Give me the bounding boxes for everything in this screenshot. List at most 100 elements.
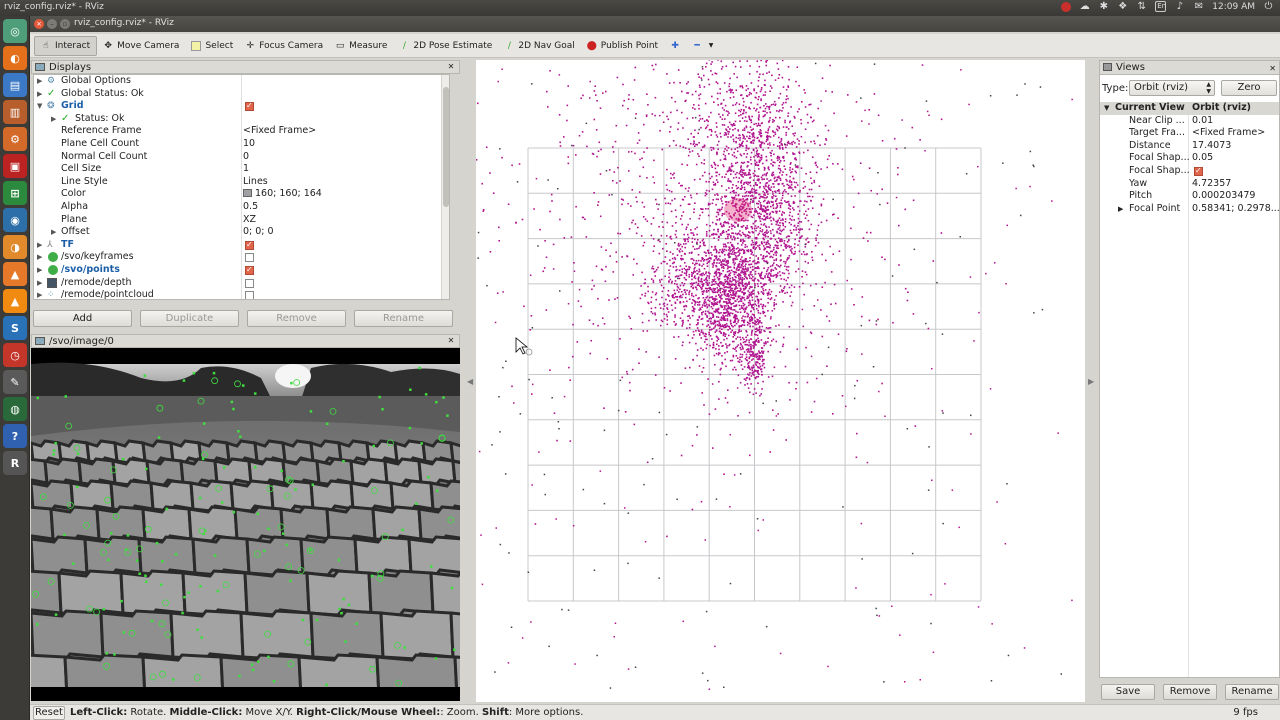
editor-app-icon[interactable]: ✎ (3, 370, 27, 394)
camera-image-view[interactable] (31, 348, 460, 701)
displays-scrollbar[interactable] (441, 75, 449, 299)
pose-estimate-tool-button[interactable]: ∕ 2D Pose Estimate (393, 36, 498, 56)
focal-shape-fixed-checkbox[interactable] (1194, 165, 1203, 178)
tree-row-offset[interactable]: ▶ Offset 0; 0; 0 (34, 226, 449, 239)
remove-display-button[interactable]: Remove (247, 310, 346, 327)
view-row-yaw[interactable]: Yaw 4.72357 (1100, 178, 1279, 191)
tree-row-grid-status[interactable]: ▶ ✓ Status: Ok (34, 113, 449, 126)
weather-icon[interactable]: ☁ (1079, 1, 1090, 12)
current-view-row[interactable]: ▼ Current View Orbit (rviz) (1100, 102, 1279, 115)
power-icon[interactable]: ⏻ (1263, 1, 1274, 12)
displays-tree[interactable]: ▶ ⚙ Global Options ▶ ✓ Global Status: Ok… (33, 74, 450, 300)
settings-app-icon[interactable]: ⚙ (3, 127, 27, 151)
dash-icon[interactable]: ◎ (3, 19, 27, 43)
collapse-left-arrow-icon[interactable]: ◀ (467, 377, 473, 386)
tree-row-global-status[interactable]: ▶ ✓ Global Status: Ok (34, 88, 449, 101)
rename-view-button[interactable]: Rename (1225, 684, 1279, 700)
reset-button[interactable]: Reset (33, 706, 65, 720)
tree-row-reference-frame[interactable]: Reference Frame <Fixed Frame> (34, 125, 449, 138)
tree-row-cell-size[interactable]: Cell Size 1 (34, 163, 449, 176)
view-row-focal-shape-size[interactable]: Focal Shap... 0.05 (1100, 152, 1279, 165)
view-row-focal-point[interactable]: ▶ Focal Point 0.58341; 0.2978... (1100, 203, 1280, 216)
rename-display-button[interactable]: Rename (354, 310, 453, 327)
window-close-button[interactable]: × (34, 19, 44, 29)
chevron-right-icon[interactable]: ▶ (37, 251, 45, 264)
zero-view-button[interactable]: Zero (1221, 80, 1277, 96)
tree-row-svo-points[interactable]: ▶ /svo/points (34, 264, 449, 277)
writer-icon[interactable]: ▤ (3, 73, 27, 97)
remove-tool-menu-button[interactable]: ━ ▼ (686, 36, 722, 56)
tree-row-remode-depth[interactable]: ▶ /remode/depth (34, 277, 449, 290)
clock[interactable]: 12:09 AM (1212, 2, 1255, 12)
tree-row-color[interactable]: Color 160; 160; 164 (34, 188, 449, 201)
chevron-right-icon[interactable]: ▶ (37, 239, 45, 252)
grid-enabled-checkbox[interactable] (245, 100, 254, 113)
view-type-select[interactable]: Orbit (rviz) ▲ ▼ (1129, 80, 1215, 96)
move-camera-tool-button[interactable]: ✥ Move Camera (97, 36, 185, 56)
view-row-near-clip[interactable]: Near Clip ... 0.01 (1100, 115, 1279, 128)
tree-row-alpha[interactable]: Alpha 0.5 (34, 201, 449, 214)
camera-app-icon[interactable]: ◉ (3, 208, 27, 232)
chevron-right-icon[interactable]: ▶ (37, 264, 45, 277)
add-display-button[interactable]: Add (33, 310, 132, 327)
keyboard-layout-indicator[interactable]: En (1155, 1, 1167, 12)
add-tool-button[interactable]: ✚ (664, 36, 686, 56)
chevron-right-icon[interactable]: ▶ (1118, 203, 1123, 216)
publish-point-tool-button[interactable]: ⬤ Publish Point (581, 36, 664, 56)
tf-enabled-checkbox[interactable] (245, 239, 254, 251)
tree-row-normal-cell-count[interactable]: Normal Cell Count 0 (34, 151, 449, 164)
impress-icon[interactable]: ▲ (3, 262, 27, 286)
dropbox-icon[interactable]: ❖ (1117, 1, 1128, 12)
clock-app-icon[interactable]: ◷ (3, 343, 27, 367)
vlc-icon[interactable]: ▲ (3, 289, 27, 313)
mail-icon[interactable]: ✉ (1193, 1, 1204, 12)
tree-row-grid[interactable]: ▼ ❂ Grid (34, 100, 449, 113)
focus-camera-tool-button[interactable]: ✛ Focus Camera (239, 36, 329, 56)
settings-icon[interactable]: ✱ (1098, 1, 1109, 12)
window-minimize-button[interactable]: – (47, 19, 57, 29)
duplicate-display-button[interactable]: Duplicate (140, 310, 239, 327)
chevron-right-icon[interactable]: ▶ (37, 75, 45, 88)
select-tool-button[interactable]: Select (185, 36, 239, 56)
spreadsheet-icon[interactable]: ⊞ (3, 181, 27, 205)
help-icon[interactable]: ? (3, 424, 27, 448)
skype-icon[interactable]: S (3, 316, 27, 340)
remode-depth-checkbox[interactable] (245, 278, 254, 288)
nav-goal-tool-button[interactable]: ∕ 2D Nav Goal (498, 36, 580, 56)
view-row-pitch[interactable]: Pitch 0.000203479 (1100, 190, 1279, 203)
interact-tool-button[interactable]: ☝ Interact (34, 35, 98, 56)
firefox-icon[interactable]: ◐ (3, 46, 27, 70)
view-row-distance[interactable]: Distance 17.4073 (1100, 140, 1279, 153)
window-maximize-button[interactable]: ▫ (60, 19, 70, 29)
chevron-right-icon[interactable]: ▶ (37, 289, 45, 299)
svo-points-checkbox[interactable] (245, 264, 254, 277)
terminal-app-icon[interactable]: ▣ (3, 154, 27, 178)
view-row-focal-shape-fixed[interactable]: Focal Shap... (1100, 165, 1279, 178)
browser-app-icon[interactable]: ◑ (3, 235, 27, 259)
tree-row-plane-cell-count[interactable]: Plane Cell Count 10 (34, 138, 449, 151)
chevron-down-icon[interactable]: ▼ (37, 100, 45, 113)
files-icon[interactable]: ▥ (3, 100, 27, 124)
network-icon[interactable]: ⇅ (1136, 1, 1147, 12)
remode-pointcloud-checkbox[interactable] (245, 291, 254, 299)
remove-view-button[interactable]: Remove (1163, 684, 1217, 700)
close-icon[interactable]: ✕ (446, 62, 456, 72)
chevron-right-icon[interactable]: ▶ (51, 113, 59, 126)
view-properties-table[interactable]: ▼ Current View Orbit (rviz) Near Clip ..… (1100, 102, 1280, 216)
chevron-right-icon[interactable]: ▶ (37, 277, 45, 290)
tree-row-svo-keyframes[interactable]: ▶ /svo/keyframes (34, 251, 449, 264)
measure-tool-button[interactable]: ▭ Measure (329, 36, 393, 56)
chevron-down-icon[interactable]: ▼ (1104, 102, 1109, 115)
chevron-right-icon[interactable]: ▶ (37, 88, 45, 101)
svo-keyframes-checkbox[interactable] (245, 253, 254, 263)
view-row-target-frame[interactable]: Target Fra... <Fixed Frame> (1100, 127, 1279, 140)
collapse-right-arrow-icon[interactable]: ▶ (1088, 377, 1094, 386)
tree-row-plane[interactable]: Plane XZ (34, 214, 449, 227)
record-icon[interactable] (1061, 1, 1072, 12)
tree-row-global-options[interactable]: ▶ ⚙ Global Options (34, 75, 449, 88)
tree-row-line-style[interactable]: Line Style Lines (34, 176, 449, 189)
volume-icon[interactable]: ♪ (1174, 1, 1185, 12)
render-3d-view[interactable] (476, 60, 1085, 702)
close-icon[interactable]: ✕ (1269, 62, 1276, 75)
globe-app-icon[interactable]: ◍ (3, 397, 27, 421)
